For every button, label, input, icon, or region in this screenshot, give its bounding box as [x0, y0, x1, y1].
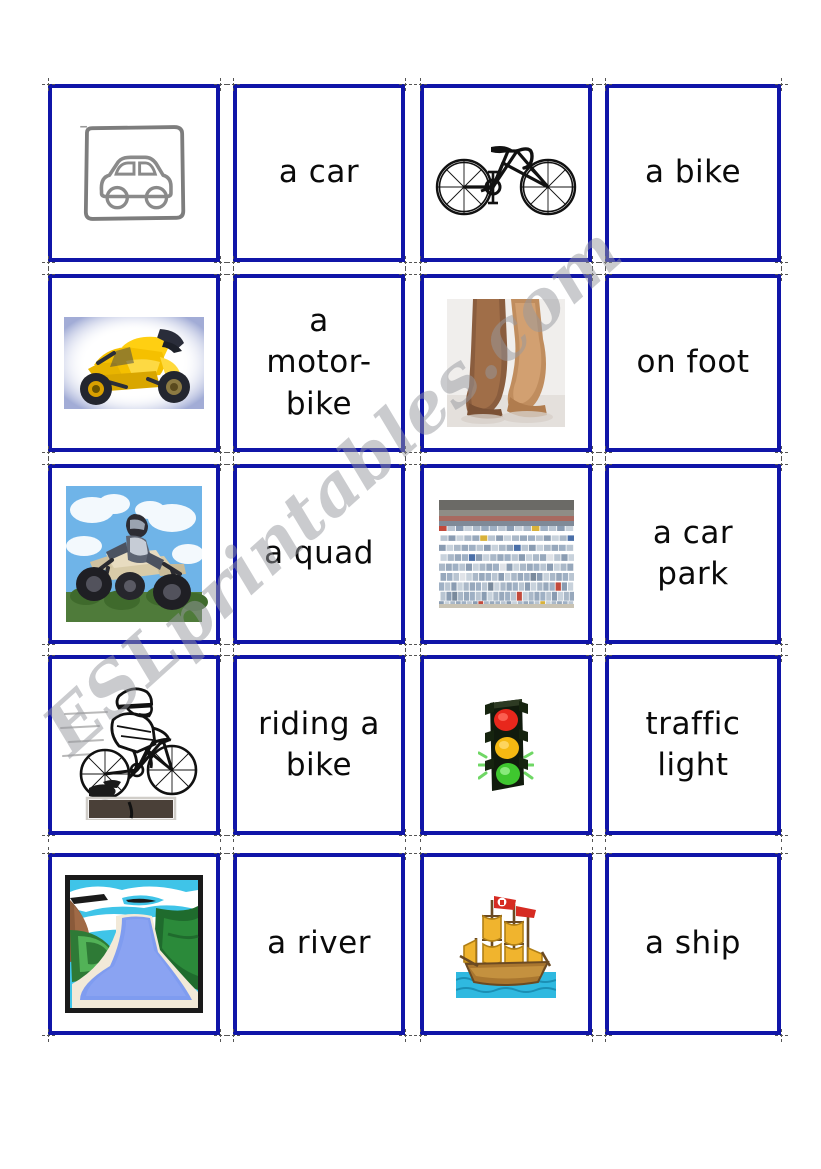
- card-word-text: on foot: [636, 344, 750, 381]
- card-word-text: a ship: [645, 925, 741, 962]
- traffic-light-icon: [478, 695, 534, 795]
- motorbike-icon: [64, 317, 204, 409]
- word-card[interactable]: a motor- bike: [233, 274, 405, 452]
- sailing-ship-icon: [456, 888, 556, 1000]
- word-card[interactable]: a ship: [605, 853, 781, 1035]
- word-card[interactable]: a car: [233, 84, 405, 262]
- picture-card[interactable]: [48, 84, 220, 262]
- word-card[interactable]: traffic light: [605, 655, 781, 835]
- card-word-text: a car park: [652, 514, 734, 592]
- bare-feet-icon: [447, 299, 565, 427]
- car-outline-icon: [78, 117, 190, 229]
- card-word-text: traffic light: [645, 705, 741, 783]
- word-card[interactable]: a car park: [605, 464, 781, 644]
- river-landscape-icon: [60, 870, 208, 1018]
- picture-card[interactable]: [420, 655, 592, 835]
- picture-card[interactable]: [420, 274, 592, 452]
- card-word-text: riding a bike: [258, 705, 380, 783]
- picture-card[interactable]: [48, 655, 220, 835]
- word-card[interactable]: on foot: [605, 274, 781, 452]
- word-card[interactable]: a river: [233, 853, 405, 1035]
- word-card[interactable]: riding a bike: [233, 655, 405, 835]
- picture-card[interactable]: [48, 274, 220, 452]
- picture-card[interactable]: [48, 464, 220, 644]
- word-card[interactable]: a bike: [605, 84, 781, 262]
- worksheet-sheet: a car a bike a motor- bike on foot a qua…: [0, 0, 821, 1169]
- card-word-text: a river: [267, 925, 371, 962]
- picture-card[interactable]: [420, 464, 592, 644]
- cyclist-riding-icon: [59, 670, 209, 820]
- card-word-text: a motor- bike: [266, 303, 372, 422]
- car-park-icon: [438, 500, 574, 608]
- word-card[interactable]: a quad: [233, 464, 405, 644]
- picture-card[interactable]: [420, 853, 592, 1035]
- quad-bike-icon: [60, 480, 208, 628]
- picture-card[interactable]: [420, 84, 592, 262]
- bicycle-icon: [431, 125, 581, 221]
- picture-card[interactable]: [48, 853, 220, 1035]
- card-word-text: a quad: [264, 535, 374, 572]
- card-word-text: a bike: [644, 154, 742, 191]
- card-word-text: a car: [278, 154, 360, 191]
